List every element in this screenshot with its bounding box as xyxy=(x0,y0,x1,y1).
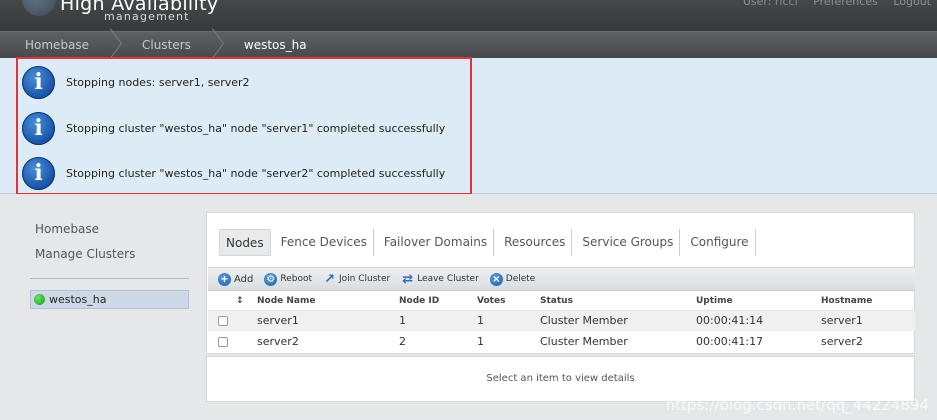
column-node-id[interactable]: Node ID xyxy=(399,292,477,311)
app-header: High Availability management User: ricci… xyxy=(0,0,937,31)
node-status: Cluster Member xyxy=(540,310,696,331)
sidebar-homebase[interactable]: Homebase xyxy=(35,222,99,236)
breadcrumb-clusters[interactable]: Clusters xyxy=(117,32,209,59)
message-text: Stopping nodes: server1, server2 xyxy=(66,75,250,89)
user-links: User: ricci Preferences Logout xyxy=(731,0,931,8)
breadcrumb-current: westos_ha xyxy=(243,37,307,52)
column-hostname[interactable]: Hostname xyxy=(821,292,915,311)
node-name: server2 xyxy=(257,335,299,348)
sidebar-cluster-westos-ha[interactable]: westos_ha xyxy=(30,290,189,309)
message-text: Stopping cluster "westos_ha" node "serve… xyxy=(66,166,446,180)
tab-service-groups[interactable]: Service Groups xyxy=(576,229,681,256)
sidebar-divider xyxy=(30,278,189,279)
node-uptime: 00:00:41:14 xyxy=(696,310,821,331)
tab-resources[interactable]: Resources xyxy=(498,229,573,256)
join-cluster-button[interactable]: ↗ Join Cluster xyxy=(323,271,391,287)
cluster-name: westos_ha xyxy=(49,293,107,306)
app-subtitle: management xyxy=(104,10,190,23)
reboot-icon: ⚙ xyxy=(264,272,278,286)
watermark: https://blog.csdn.net/qq_44224894 xyxy=(665,396,929,414)
node-uptime: 00:00:41:17 xyxy=(696,335,764,348)
tab-bar: Nodes Fence Devices Failover Domains Res… xyxy=(219,229,760,256)
info-icon: i xyxy=(22,156,55,190)
info-icon: i xyxy=(22,65,55,99)
reboot-label: Reboot xyxy=(280,274,313,284)
node-hostname: server1 xyxy=(821,310,915,331)
select-column-header xyxy=(208,292,236,311)
user-link[interactable]: User: ricci xyxy=(743,0,798,8)
node-votes: 1 xyxy=(477,335,484,348)
add-button[interactable]: + Add xyxy=(218,272,254,286)
delete-icon: × xyxy=(489,272,503,286)
leave-icon: ⇄ xyxy=(402,271,414,287)
breadcrumb-homebase[interactable]: Homebase xyxy=(0,32,107,59)
info-message: i Stopping cluster "westos_ha" node "ser… xyxy=(22,156,446,190)
add-label: Add xyxy=(234,273,254,285)
node-toolbar: + Add ⚙ Reboot ↗ Join Cluster ⇄ Leave Cl… xyxy=(208,267,915,291)
column-votes[interactable]: Votes xyxy=(477,292,540,311)
preferences-link[interactable]: Preferences xyxy=(813,0,878,8)
reboot-button[interactable]: ⚙ Reboot xyxy=(264,272,313,286)
sort-column-header[interactable]: ↕ xyxy=(236,292,257,311)
node-votes: 1 xyxy=(477,310,540,331)
node-id: 2 xyxy=(399,335,406,348)
add-icon: + xyxy=(218,272,231,286)
node-hostname: server2 xyxy=(821,335,863,348)
join-label: Join Cluster xyxy=(339,274,391,284)
info-message: i Stopping cluster "westos_ha" node "ser… xyxy=(22,111,446,145)
logout-link[interactable]: Logout xyxy=(893,0,931,8)
tab-configure[interactable]: Configure xyxy=(684,229,756,256)
leave-cluster-button[interactable]: ⇄ Leave Cluster xyxy=(401,271,479,287)
table-row[interactable]: server1 1 1 Cluster Member 00:00:41:14 s… xyxy=(208,310,915,331)
delete-label: Delete xyxy=(505,274,536,284)
sidebar: Homebase Manage Clusters westos_ha xyxy=(15,210,195,420)
breadcrumb: Homebase Clusters westos_ha xyxy=(0,31,937,58)
join-icon: ↗ xyxy=(324,271,335,287)
row-checkbox[interactable] xyxy=(218,315,228,326)
table-header-row: ↕ Node Name Node ID Votes Status Uptime … xyxy=(208,292,915,311)
tab-nodes[interactable]: Nodes xyxy=(219,229,271,256)
nodes-panel: Nodes Fence Devices Failover Domains Res… xyxy=(206,212,915,354)
detail-placeholder: Select an item to view details xyxy=(486,373,635,384)
info-icon: i xyxy=(22,111,55,145)
node-name: server1 xyxy=(257,310,399,331)
message-text: Stopping cluster "westos_ha" node "serve… xyxy=(66,121,446,135)
info-message: i Stopping nodes: server1, server2 xyxy=(22,65,250,99)
column-status[interactable]: Status xyxy=(540,292,696,311)
node-id: 1 xyxy=(399,310,477,331)
breadcrumb-separator xyxy=(209,32,219,59)
status-online-icon xyxy=(34,294,45,305)
delete-button[interactable]: × Delete xyxy=(489,272,536,286)
app-logo xyxy=(22,0,56,16)
column-uptime[interactable]: Uptime xyxy=(696,292,821,311)
sidebar-manage-clusters[interactable]: Manage Clusters xyxy=(35,247,135,261)
row-checkbox[interactable] xyxy=(218,336,228,347)
leave-label: Leave Cluster xyxy=(417,274,479,284)
nodes-table: ↕ Node Name Node ID Votes Status Uptime … xyxy=(208,292,915,352)
tab-failover-domains[interactable]: Failover Domains xyxy=(378,229,495,256)
table-row[interactable]: server2 2 1 Cluster Member 00:00:41:17 s… xyxy=(208,331,915,352)
node-status: Cluster Member xyxy=(540,335,628,348)
tab-fence-devices[interactable]: Fence Devices xyxy=(275,229,374,256)
column-node-name[interactable]: Node Name xyxy=(257,292,399,311)
breadcrumb-separator xyxy=(107,32,117,59)
